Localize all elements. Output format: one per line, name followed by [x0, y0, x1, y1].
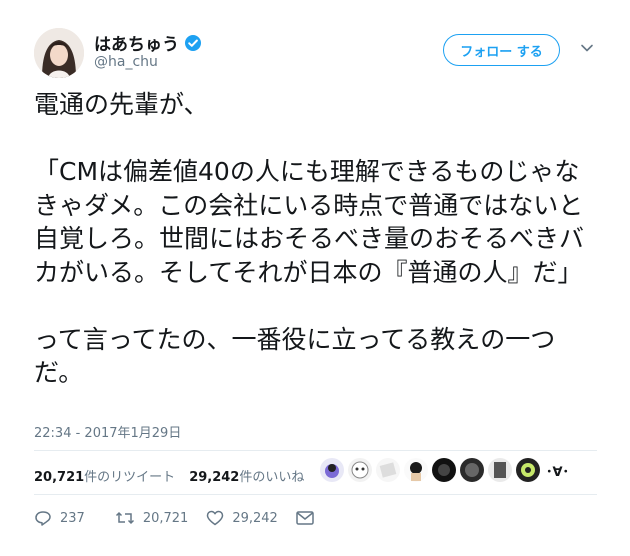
heart-icon: [207, 510, 224, 526]
follow-button[interactable]: フォロー する: [443, 34, 560, 66]
tweet-actions: 237 20,721 29,242: [34, 510, 340, 526]
liker-avatar[interactable]: [376, 458, 400, 482]
divider: [34, 494, 597, 495]
direct-message-button[interactable]: [296, 511, 322, 525]
liker-avatar[interactable]: [320, 458, 344, 482]
user-name[interactable]: はあちゅう: [94, 30, 179, 55]
retweet-count: 20,721: [142, 510, 189, 526]
reply-count: 237: [60, 510, 85, 526]
tweet-timestamp[interactable]: 22:34 - 2017年1月29日: [34, 422, 181, 441]
likers-suffix: ･∀･: [546, 464, 570, 480]
tweet-stats: 20,721件のリツイート 29,242件のいいね: [34, 466, 318, 485]
tweet-text: 電通の先輩が、 「CMは偏差値40の人にも理解できるものじゃなきゃダメ。この会社…: [34, 90, 585, 387]
retweets-label: 件のリツイート: [84, 470, 176, 485]
likes-stat[interactable]: 29,242件のいいね: [189, 466, 304, 485]
chevron-down-icon[interactable]: [580, 40, 594, 54]
envelope-icon: [296, 511, 314, 525]
liker-avatar[interactable]: [488, 458, 512, 482]
reply-icon: [35, 511, 51, 526]
retweets-count: 20,721: [34, 470, 85, 485]
liker-avatar[interactable]: [432, 458, 456, 482]
liker-avatar[interactable]: [348, 458, 372, 482]
liker-avatar[interactable]: [516, 458, 540, 482]
like-count: 29,242: [232, 510, 278, 526]
like-button[interactable]: 29,242: [206, 510, 278, 526]
likes-count: 29,242: [189, 470, 240, 485]
retweets-stat[interactable]: 20,721件のリツイート: [34, 466, 175, 485]
likers-avatars: ･∀･: [320, 458, 569, 482]
divider: [34, 450, 597, 451]
verified-badge-icon: [184, 34, 202, 52]
reply-button[interactable]: 237: [34, 510, 85, 526]
liker-avatar[interactable]: [460, 458, 484, 482]
retweet-icon: [115, 511, 134, 525]
avatar[interactable]: [34, 28, 84, 78]
liker-avatar[interactable]: [404, 458, 428, 482]
likes-label: 件のいいね: [239, 470, 305, 485]
user-handle[interactable]: @ha_chu: [94, 54, 158, 70]
avatar-image: [34, 28, 84, 78]
user-name-row: はあちゅう: [94, 30, 202, 55]
retweet-button[interactable]: 20,721: [115, 510, 189, 526]
